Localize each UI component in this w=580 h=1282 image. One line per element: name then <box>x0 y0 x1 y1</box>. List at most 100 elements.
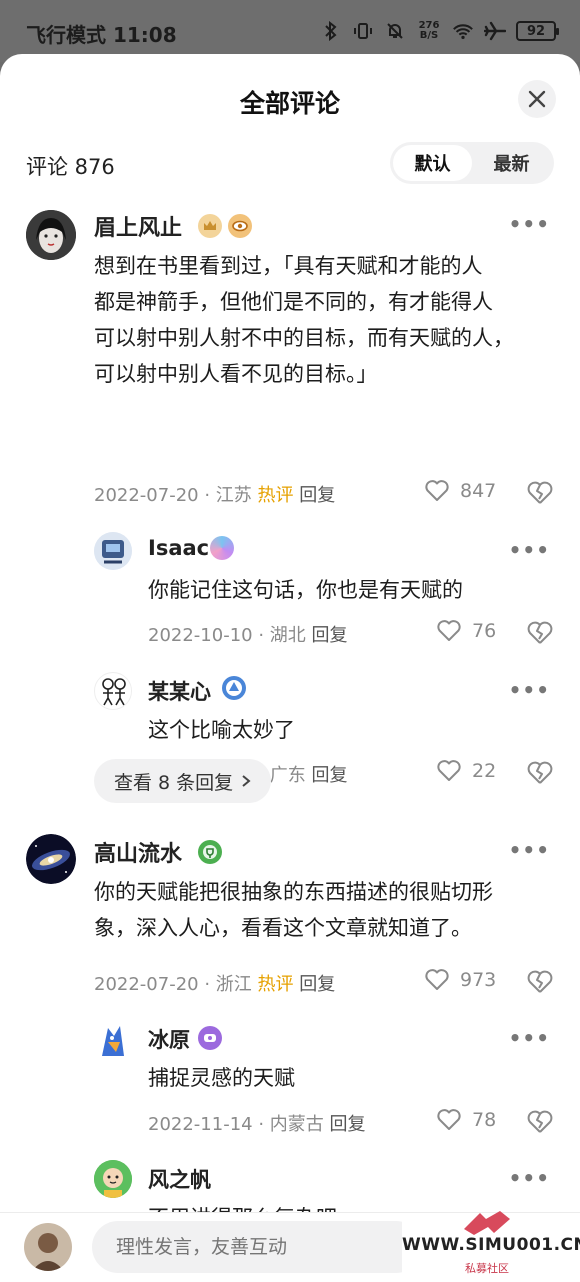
comment-count: 评论 876 <box>26 155 115 179</box>
status-icons: 276 B/S 92 <box>320 20 559 42</box>
comment-line: 可以射中别人射不中的目标，而有天赋的人， <box>94 326 514 350</box>
comment-location: 浙江 <box>215 974 252 995</box>
like-button[interactable]: 76 <box>436 619 496 643</box>
comment-line: 你的天赋能把很抽象的东西描述的很贴切形 <box>94 880 493 904</box>
broken-heart-icon[interactable] <box>526 479 554 507</box>
comment-item: 高山流水 ••• 你的天赋能把很抽象的东西描述的很贴切形 象，深入人心，看看这个… <box>0 834 580 1234</box>
hot-tag: 热评 <box>257 974 294 995</box>
comment-line: 可以射中别人看不见的目标。」 <box>94 362 378 386</box>
status-bar: 飞行模式 11:08 276 B/S 92 <box>0 0 580 62</box>
level-crown-badge-icon <box>198 214 222 238</box>
reply-button[interactable]: 回复 <box>299 974 335 995</box>
sheet-title: 全部评论 <box>239 89 340 118</box>
avatar[interactable] <box>26 210 76 260</box>
reply-meta: 2022-11-14 · 内蒙古 回复 <box>148 1114 366 1135</box>
like-button[interactable]: 973 <box>424 968 496 992</box>
more-icon[interactable]: ••• <box>509 1166 550 1190</box>
chevron-right-icon <box>242 775 251 787</box>
reply-button[interactable]: 回复 <box>312 765 348 786</box>
mute-bell-icon <box>384 20 406 42</box>
vibrate-icon <box>352 20 374 42</box>
heart-icon <box>437 760 461 781</box>
comment-location: 江苏 <box>215 485 252 506</box>
comment-line: 象，深入人心，看看这个文章就知道了。 <box>94 916 472 940</box>
reply-button[interactable]: 回复 <box>312 625 348 646</box>
reply-location: 内蒙古 <box>269 1114 324 1135</box>
bluetooth-icon <box>320 20 342 42</box>
like-button[interactable]: 22 <box>436 759 496 783</box>
reply-text: 这个比喻太妙了 <box>148 718 295 742</box>
comment-date: 2022-07-20 <box>94 485 199 506</box>
like-button[interactable]: 78 <box>436 1108 496 1132</box>
reply-button[interactable]: 回复 <box>330 1114 366 1135</box>
broken-heart-icon[interactable] <box>526 1108 554 1136</box>
reply-location: 广东 <box>269 765 306 786</box>
comment-line: 都是神箭手，但他们是不同的，有才能得人 <box>94 290 493 314</box>
broken-heart-icon[interactable] <box>526 968 554 996</box>
comments-sheet: 全部评论 评论 876 默认 最新 眉上风止 ••• 想到在书里看到过，「具有天… <box>0 54 580 1282</box>
sort-default-tab[interactable]: 默认 <box>393 145 472 181</box>
heart-icon <box>425 480 449 501</box>
like-button[interactable]: 847 <box>424 479 496 503</box>
avatar[interactable] <box>94 1160 132 1198</box>
level-badge-icon <box>222 676 246 700</box>
reply-button[interactable]: 回复 <box>299 485 335 506</box>
like-count: 973 <box>460 969 497 991</box>
username[interactable]: Isaac <box>148 536 209 560</box>
comment-item: 眉上风止 ••• 想到在书里看到过，「具有天赋和才能的人 都是神箭手，但他们是不… <box>0 210 580 810</box>
close-button[interactable] <box>518 80 556 118</box>
more-icon[interactable]: ••• <box>509 1026 550 1050</box>
comment-meta: 2022-07-20 · 浙江 热评 回复 <box>94 974 336 995</box>
airplane-icon <box>484 20 506 42</box>
username[interactable]: 某某心 <box>148 676 211 706</box>
like-count: 78 <box>472 1109 497 1131</box>
view-more-replies-label: 查看 8 条回复 <box>114 771 234 794</box>
more-icon[interactable]: ••• <box>509 538 550 562</box>
reply-date: 2022-11-14 <box>148 1114 253 1135</box>
watermark: WWW.SIMU001.CN 私募社区 <box>402 1211 580 1282</box>
close-icon <box>528 90 546 108</box>
username[interactable]: 风之帆 <box>148 1164 211 1194</box>
sort-toggle: 默认 最新 <box>390 142 554 184</box>
my-avatar <box>24 1223 72 1271</box>
comment-input[interactable] <box>92 1221 422 1273</box>
reply-location: 湖北 <box>269 625 306 646</box>
avatar[interactable] <box>94 672 132 710</box>
like-count: 76 <box>472 620 497 642</box>
username[interactable]: 眉上风止 <box>94 210 182 242</box>
level-badge-icon <box>198 840 222 864</box>
username[interactable]: 冰原 <box>148 1024 190 1054</box>
more-icon[interactable]: ••• <box>509 212 550 236</box>
battery-indicator: 92 <box>516 21 559 41</box>
like-count: 847 <box>460 480 497 502</box>
comment-text: 你的天赋能把很抽象的东西描述的很贴切形 象，深入人心，看看这个文章就知道了。 <box>94 874 564 946</box>
wifi-icon <box>452 20 474 42</box>
heart-icon <box>425 969 449 990</box>
comment-text: 想到在书里看到过，「具有天赋和才能的人 都是神箭手，但他们是不同的，有才能得人 … <box>94 248 564 392</box>
hot-tag: 热评 <box>257 485 294 506</box>
watermark-text: WWW.SIMU001.CN <box>402 1235 580 1255</box>
comment-input-bar: WWW.SIMU001.CN 私募社区 <box>0 1211 580 1282</box>
broken-heart-icon[interactable] <box>526 759 554 787</box>
reply-text: 你能记住这句话，你也是有天赋的 <box>148 578 463 602</box>
username[interactable]: 高山流水 <box>94 836 182 868</box>
reply-text: 捕捉灵感的天赋 <box>148 1066 295 1090</box>
more-icon[interactable]: ••• <box>509 678 550 702</box>
comment-date: 2022-07-20 <box>94 974 199 995</box>
watermark-logo-icon <box>464 1211 510 1235</box>
avatar[interactable] <box>94 1022 132 1060</box>
comment-meta: 2022-07-20 · 江苏 热评 回复 <box>94 485 336 506</box>
like-count: 22 <box>472 760 497 782</box>
avatar[interactable] <box>94 532 132 570</box>
comment-line: 想到在书里看到过，「具有天赋和才能的人 <box>94 254 483 278</box>
heart-icon <box>437 620 461 641</box>
broken-heart-icon[interactable] <box>526 619 554 647</box>
level-badge-icon <box>198 1026 222 1050</box>
watermark-sub: 私募社区 <box>465 1262 509 1275</box>
eye-badge-icon <box>228 214 252 238</box>
more-icon[interactable]: ••• <box>509 838 550 862</box>
view-more-replies-button[interactable]: 查看 8 条回复 <box>94 759 272 803</box>
avatar[interactable] <box>26 834 76 884</box>
sort-latest-tab[interactable]: 最新 <box>472 145 551 181</box>
reply-date: 2022-10-10 <box>148 625 253 646</box>
